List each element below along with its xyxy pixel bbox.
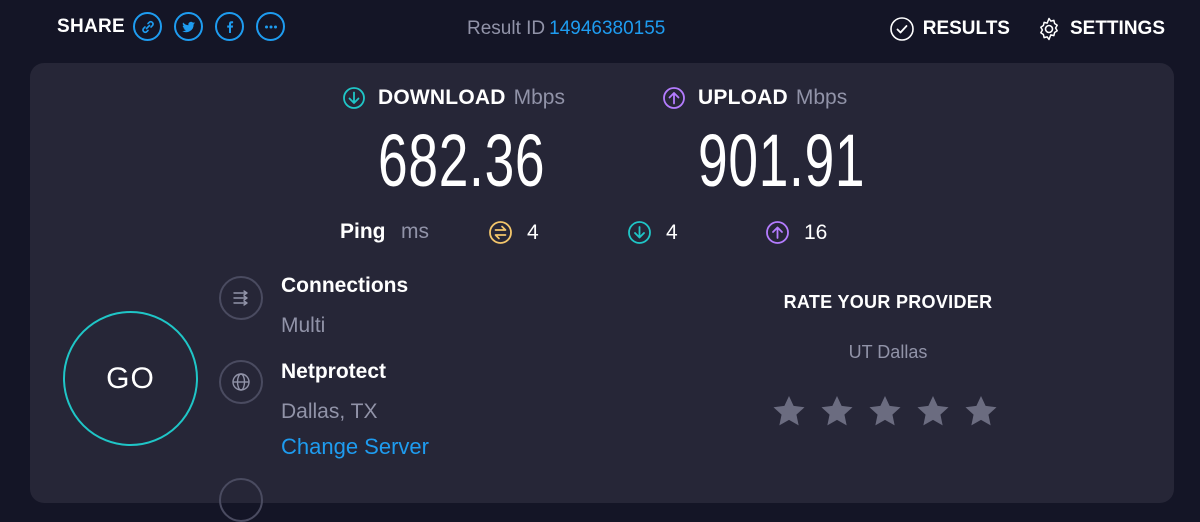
provider-name: UT Dallas <box>848 342 928 362</box>
download-metric: DOWNLOAD Mbps 682.36 <box>342 86 565 202</box>
download-header: DOWNLOAD Mbps <box>342 86 565 110</box>
upload-metric: UPLOAD Mbps 901.91 <box>662 86 865 202</box>
result-id: Result ID 14946380155 <box>467 18 665 40</box>
link-icon <box>141 20 154 33</box>
server-icon-wrap <box>219 360 263 404</box>
share-link-button[interactable] <box>133 12 163 41</box>
ping-download-value: 4 <box>666 220 678 244</box>
results-label: RESULTS <box>922 18 1010 39</box>
facebook-icon <box>226 20 233 33</box>
download-label: DOWNLOAD <box>378 86 506 109</box>
settings-link[interactable]: SETTINGS <box>1036 16 1165 42</box>
more-icon <box>264 25 277 28</box>
ping-download: 4 <box>627 220 678 245</box>
server-location: Dallas, TX <box>281 400 378 423</box>
connections-value[interactable]: Multi <box>281 314 325 338</box>
upload-header: UPLOAD Mbps <box>662 86 847 110</box>
results-link[interactable]: RESULTS <box>889 16 1010 42</box>
go-button[interactable]: GO <box>63 311 198 446</box>
result-id-link[interactable]: 14946380155 <box>549 18 665 39</box>
ping-idle-value: 4 <box>527 220 539 244</box>
star-icon[interactable] <box>866 392 904 430</box>
ping-row: Ping ms 4 4 16 <box>340 220 860 250</box>
settings-label: SETTINGS <box>1069 18 1165 39</box>
connections-icon-wrap <box>219 276 263 320</box>
check-circle-icon <box>889 17 914 41</box>
upload-value: 901.91 <box>698 119 866 202</box>
top-bar: SHARE Result ID 14946380155 RESULTS SETTI… <box>0 0 1200 62</box>
upload-label: UPLOAD <box>698 86 788 109</box>
star-icon[interactable] <box>914 392 952 430</box>
ping-unit: ms <box>401 220 429 243</box>
results-panel <box>30 63 1174 503</box>
twitter-icon <box>181 21 195 32</box>
ping-upload-value: 16 <box>804 220 828 244</box>
connections-title: Connections <box>281 274 409 297</box>
download-unit: Mbps <box>513 86 565 109</box>
server-title: Netprotect <box>281 360 387 383</box>
upload-latency-icon <box>766 221 789 244</box>
share-bar: SHARE <box>57 12 297 41</box>
ping-label: Ping <box>340 220 386 243</box>
gear-icon <box>1040 17 1058 41</box>
idle-latency-icon <box>489 221 512 244</box>
connections-icon <box>233 290 248 306</box>
result-id-label: Result ID <box>467 18 546 39</box>
upload-arrow-icon <box>663 87 685 109</box>
share-label: SHARE <box>57 15 126 37</box>
share-more-button[interactable] <box>256 12 286 41</box>
download-latency-icon <box>628 221 651 244</box>
globe-icon <box>232 373 250 391</box>
ping-upload: 16 <box>765 220 827 245</box>
download-value: 682.36 <box>378 119 546 202</box>
ping-idle: 4 <box>488 220 539 245</box>
rate-provider-title: RATE YOUR PROVIDER <box>783 292 993 312</box>
top-nav: RESULTS SETTINGS <box>863 16 1165 42</box>
star-icon[interactable] <box>962 392 1000 430</box>
share-twitter-button[interactable] <box>174 12 204 41</box>
star-icon[interactable] <box>770 392 808 430</box>
partial-info-icon <box>219 478 263 522</box>
download-arrow-icon <box>343 87 365 109</box>
change-server-link[interactable]: Change Server <box>281 434 429 460</box>
rating-stars <box>770 392 1010 430</box>
upload-unit: Mbps <box>795 86 848 109</box>
star-icon[interactable] <box>818 392 856 430</box>
share-facebook-button[interactable] <box>215 12 245 41</box>
